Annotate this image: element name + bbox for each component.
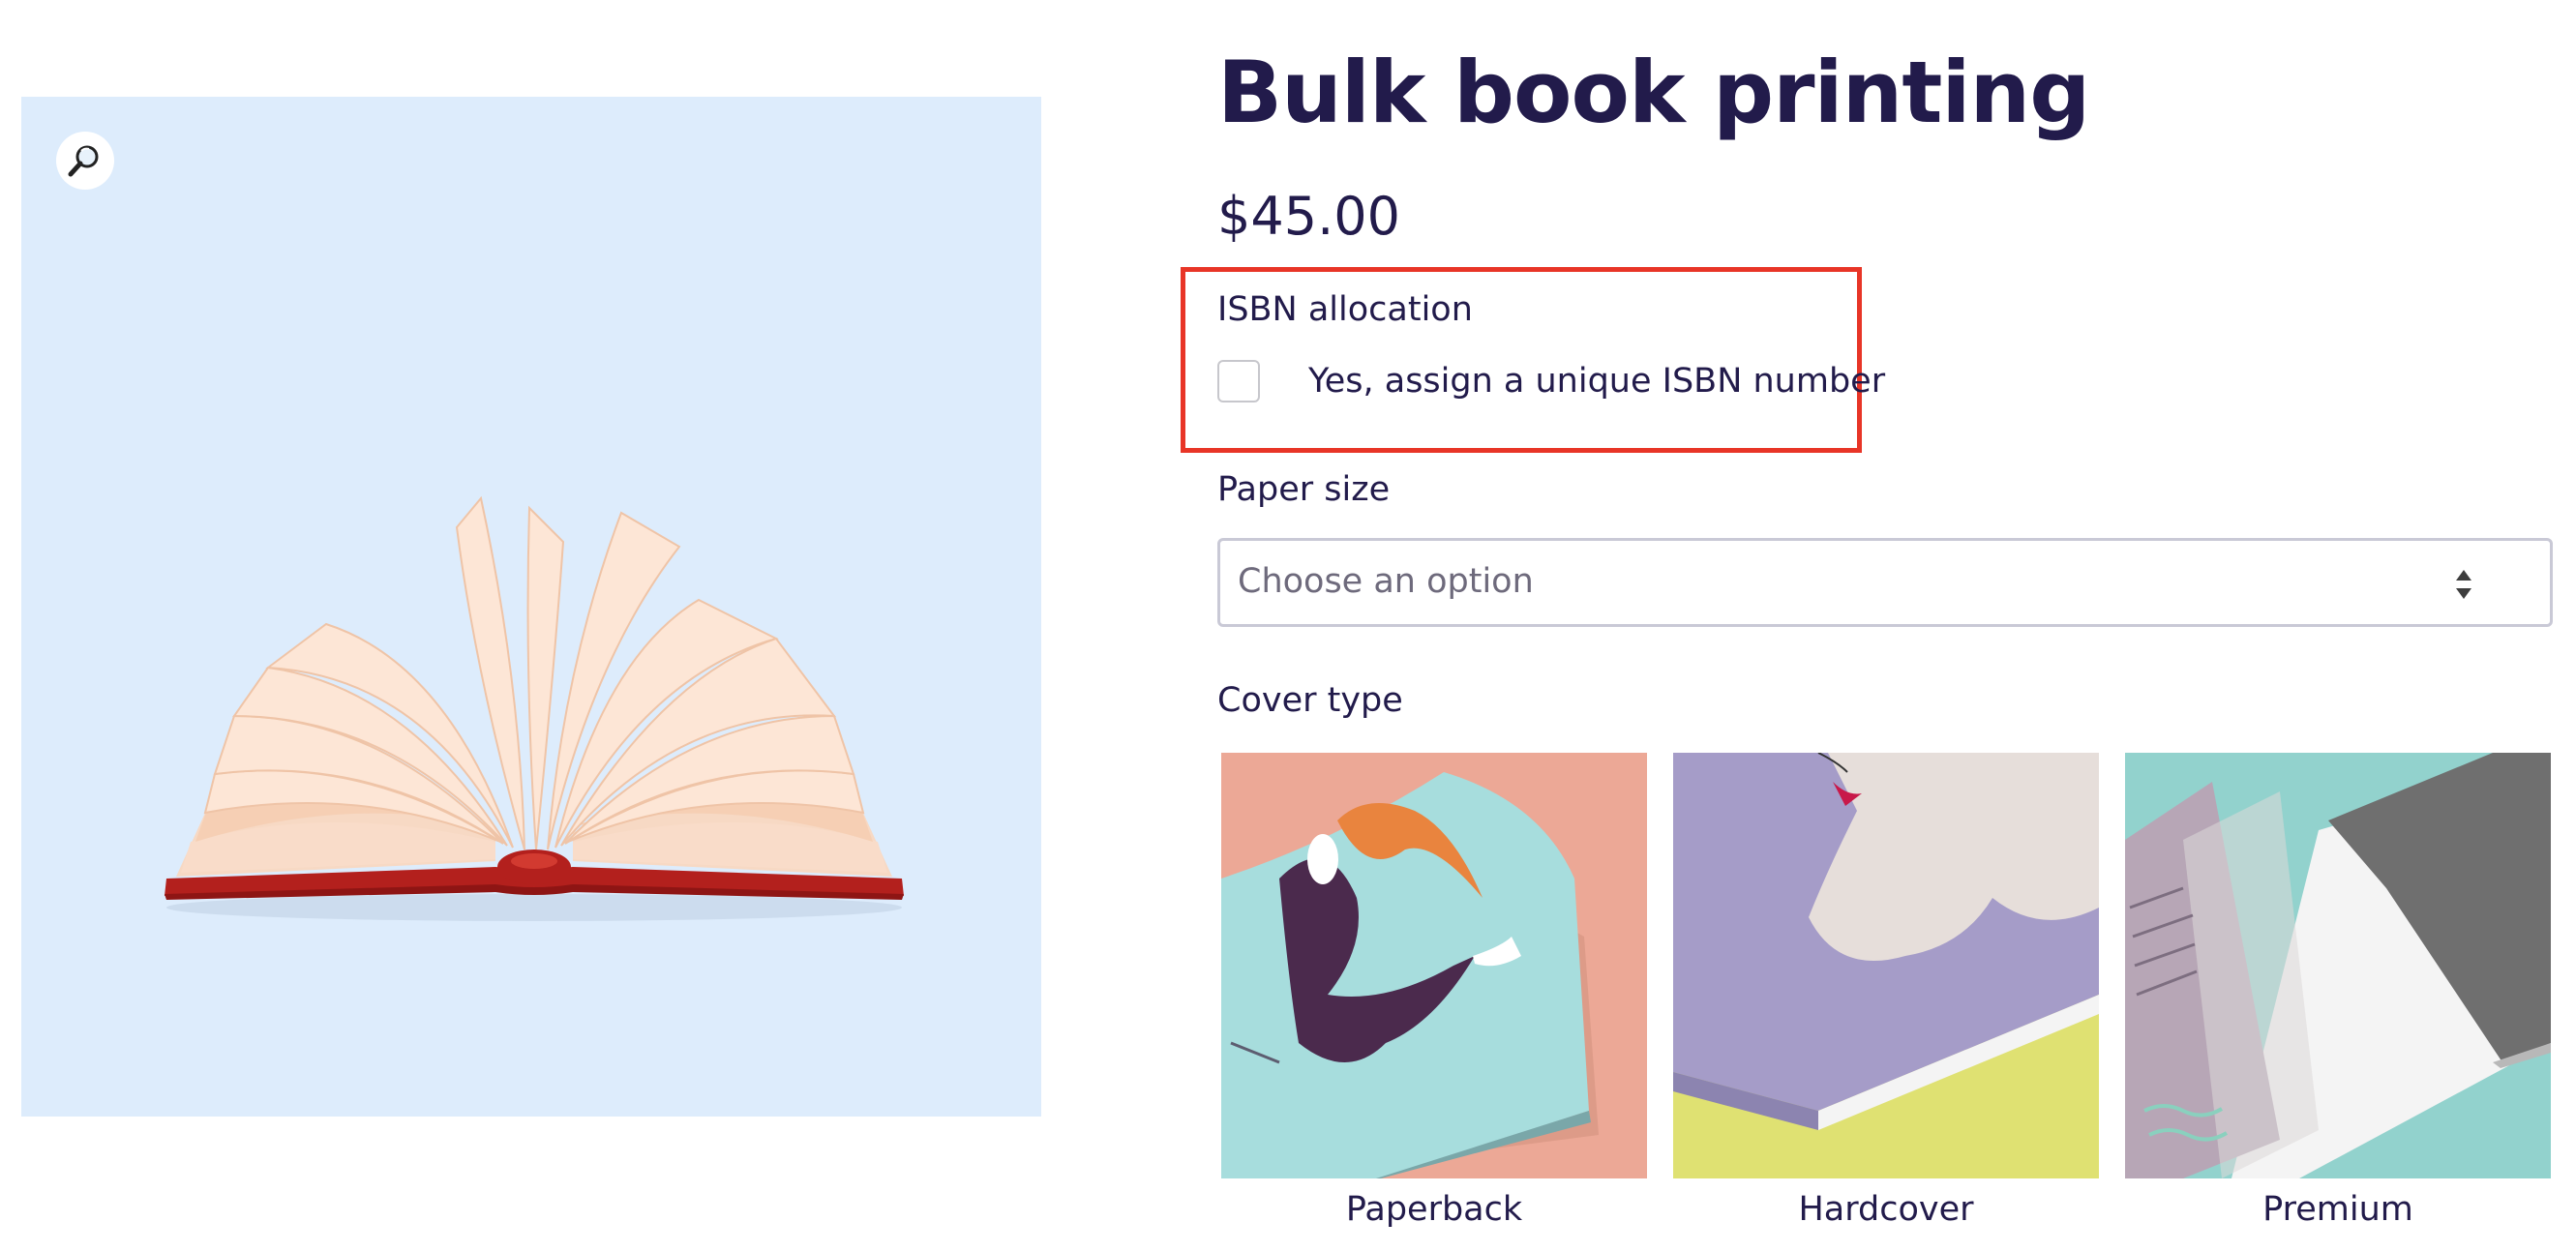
product-title: Bulk book printing <box>1217 43 2090 142</box>
isbn-option-label[interactable]: Yes, assign a unique ISBN number <box>1308 362 1885 401</box>
paper-size-placeholder: Choose an option <box>1238 562 1534 601</box>
hardcover-cover-image <box>1673 753 2099 1178</box>
cover-option-premium: Premium <box>2262 1190 2413 1229</box>
cover-option-paperback: Paperback <box>1345 1190 1523 1229</box>
product-price: $45.00 <box>1217 186 1400 247</box>
paper-size-label: Paper size <box>1217 470 1391 509</box>
magnifier-icon <box>68 145 99 177</box>
isbn-label: ISBN allocation <box>1217 290 1473 329</box>
paper-size-select[interactable]: Choose an option <box>1217 538 2553 627</box>
cover-swatch-premium[interactable]: Premium <box>2125 753 2551 1229</box>
cover-swatch-hardcover[interactable]: Hardcover <box>1673 753 2099 1229</box>
paperback-cover-image <box>1221 753 1647 1178</box>
open-book-illustration <box>165 495 904 921</box>
zoom-button[interactable] <box>56 132 114 190</box>
premium-cover-image <box>2125 753 2551 1178</box>
cover-option-hardcover: Hardcover <box>1798 1190 1974 1229</box>
cover-swatch-paperback[interactable]: Paperback <box>1221 753 1647 1229</box>
cover-type-label: Cover type <box>1217 681 1403 720</box>
product-image-gallery <box>21 97 1041 1117</box>
isbn-checkbox[interactable] <box>1217 360 1260 402</box>
select-arrows-icon <box>2456 570 2471 599</box>
